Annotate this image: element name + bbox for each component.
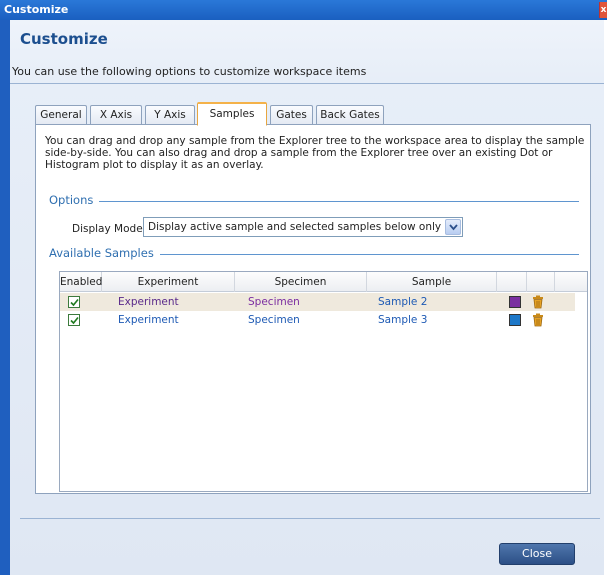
color-swatch[interactable]: [509, 314, 521, 326]
dialog-description: You can use the following options to cus…: [10, 60, 604, 84]
color-swatch[interactable]: [509, 296, 521, 308]
tab-back-gates[interactable]: Back Gates: [316, 105, 384, 125]
display-mode-select[interactable]: Display active sample and selected sampl…: [143, 217, 463, 237]
table-header: Enabled Experiment Specimen Sample: [60, 272, 587, 292]
table-row[interactable]: Experiment Specimen Sample 3: [60, 311, 575, 329]
column-header-delete: [527, 272, 555, 292]
tab-gates[interactable]: Gates: [270, 105, 313, 125]
window-frame: Customize You can use the following opti…: [0, 20, 607, 575]
display-mode-value: Display active sample and selected sampl…: [148, 221, 442, 233]
options-divider: [49, 201, 579, 202]
window-titlebar: Customize x: [0, 0, 607, 20]
display-mode-label: Display Mode:: [72, 223, 147, 235]
options-section-header: Options: [49, 193, 579, 209]
tab-x-axis[interactable]: X Axis: [90, 105, 142, 125]
table-row[interactable]: Experiment Specimen Sample 2: [60, 293, 575, 311]
trash-icon[interactable]: [532, 313, 544, 327]
tab-samples[interactable]: Samples: [197, 102, 267, 126]
available-samples-section-header: Available Samples: [49, 246, 579, 262]
column-header-experiment[interactable]: Experiment: [102, 272, 235, 292]
experiment-cell: Experiment: [118, 314, 179, 326]
dialog-body: Customize You can use the following opti…: [10, 20, 604, 575]
trash-icon[interactable]: [532, 295, 544, 309]
specimen-cell: Specimen: [248, 314, 300, 326]
column-header-specimen[interactable]: Specimen: [235, 272, 367, 292]
specimen-cell: Specimen: [248, 296, 300, 308]
window-close-button[interactable]: x: [599, 2, 607, 18]
experiment-cell: Experiment: [118, 296, 179, 308]
tab-y-axis[interactable]: Y Axis: [145, 105, 195, 125]
options-label: Options: [49, 193, 100, 207]
sample-cell: Sample 3: [378, 314, 428, 326]
samples-table: Enabled Experiment Specimen Sample Exper…: [59, 271, 588, 492]
column-header-enabled[interactable]: Enabled: [60, 272, 102, 292]
available-samples-label: Available Samples: [49, 246, 160, 260]
footer-divider: [20, 518, 600, 519]
column-header-sample[interactable]: Sample: [367, 272, 497, 292]
samples-help-text: You can drag and drop any sample from th…: [45, 135, 585, 171]
enabled-checkbox[interactable]: [68, 296, 80, 308]
tab-general[interactable]: General: [35, 105, 87, 125]
column-header-color: [497, 272, 527, 292]
sample-cell: Sample 2: [378, 296, 428, 308]
close-button[interactable]: Close: [499, 543, 575, 565]
window-title: Customize: [4, 3, 69, 16]
chevron-down-icon[interactable]: [445, 219, 461, 235]
dialog-title: Customize: [20, 30, 108, 48]
enabled-checkbox[interactable]: [68, 314, 80, 326]
